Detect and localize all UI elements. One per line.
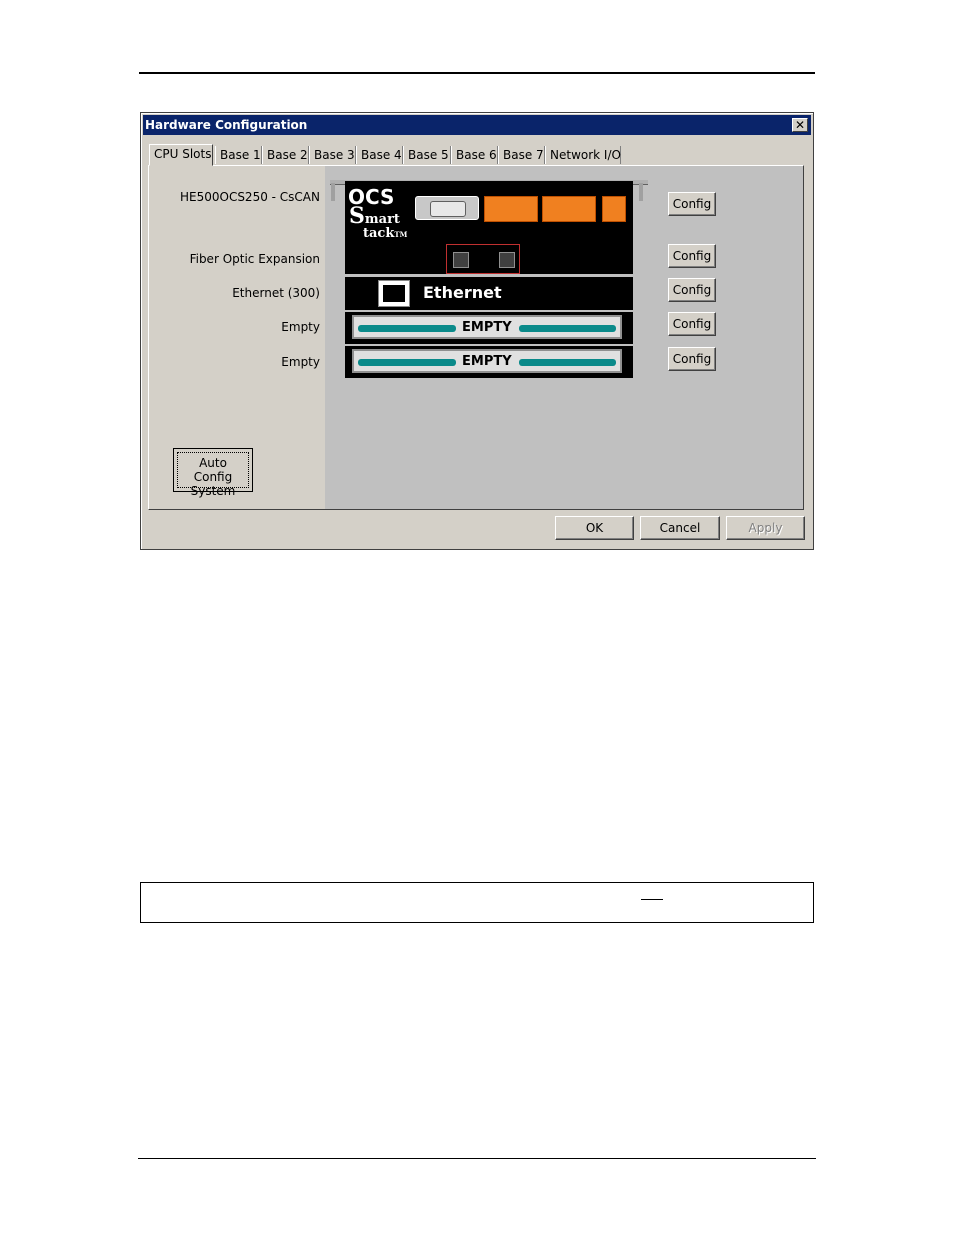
config-button-fiber[interactable]: Config [668,244,716,268]
config-button-empty-1[interactable]: Config [668,312,716,336]
empty-slot-face: EMPTY [352,349,622,373]
config-button-ethernet[interactable]: Config [668,278,716,302]
rj45-port-icon [378,280,410,307]
auto-config-line1: Auto Config [193,456,233,484]
terminal-block-icon [602,196,626,222]
auto-config-line2: System [190,484,236,498]
empty-bar-left [358,359,456,366]
title-bar: Hardware Configuration ✕ [143,115,811,135]
slot-label-ethernet: Ethernet (300) [232,286,320,300]
close-icon: ✕ [794,118,806,132]
tab-base-3[interactable]: Base 3 [309,146,356,164]
tab-network-io[interactable]: Network I/O [545,146,621,164]
mount-screw-left [331,183,335,201]
fiber-hole-icon [453,252,469,268]
note-underline [641,899,663,900]
empty-slot-face: EMPTY [352,315,622,339]
window-title: Hardware Configuration [145,118,308,132]
empty-slot-label: EMPTY [462,354,512,369]
close-button[interactable]: ✕ [792,118,808,132]
apply-button[interactable]: Apply [726,516,805,540]
config-button-cpu[interactable]: Config [668,192,716,216]
tab-base-1[interactable]: Base 1 [215,146,262,164]
trademark: TM [394,230,408,239]
tab-base-6[interactable]: Base 6 [451,146,498,164]
tab-base-5[interactable]: Base 5 [403,146,451,164]
slot-label-fiber: Fiber Optic Expansion [189,252,320,266]
fiber-optic-port-icon[interactable] [446,244,520,274]
serial-port-icon [415,196,479,220]
footer-rule [138,1158,816,1159]
smartstack-logo: Smart tackTM [349,205,408,242]
cancel-button[interactable]: Cancel [640,516,720,540]
auto-config-label: Auto Config System [177,452,249,498]
header-rule [139,72,815,74]
terminal-block-icon [542,196,596,222]
terminal-block-icon [484,196,538,222]
smartstack-line1: mart [364,212,400,227]
config-button-empty-2[interactable]: Config [668,347,716,371]
empty-bar-right [519,325,616,332]
slot-label-empty-1: Empty [281,320,320,334]
hardware-configuration-window: Hardware Configuration ✕ CPU Slots Base … [140,112,814,550]
slot-label-empty-2: Empty [281,355,320,369]
empty-slot-label: EMPTY [462,320,512,335]
smartstack-line2: tack [363,226,395,241]
ethernet-module[interactable]: Ethernet [345,277,633,310]
mount-screw-right [639,183,643,201]
slot-label-cpu: HE500OCS250 - CsCAN [179,190,320,204]
empty-slot-module-1[interactable]: EMPTY [345,312,633,344]
tab-base-4[interactable]: Base 4 [356,146,403,164]
ok-button[interactable]: OK [555,516,634,540]
tab-base-2[interactable]: Base 2 [262,146,309,164]
tab-cpu-slots[interactable]: CPU Slots [149,144,213,166]
auto-config-system-button[interactable]: Auto Config System [173,448,253,498]
note-box [140,882,814,923]
tab-base-7[interactable]: Base 7 [498,146,545,164]
fiber-hole-icon [499,252,515,268]
empty-slot-module-2[interactable]: EMPTY [345,346,633,378]
ethernet-module-label: Ethernet [423,283,502,302]
empty-bar-right [519,359,616,366]
empty-bar-left [358,325,456,332]
